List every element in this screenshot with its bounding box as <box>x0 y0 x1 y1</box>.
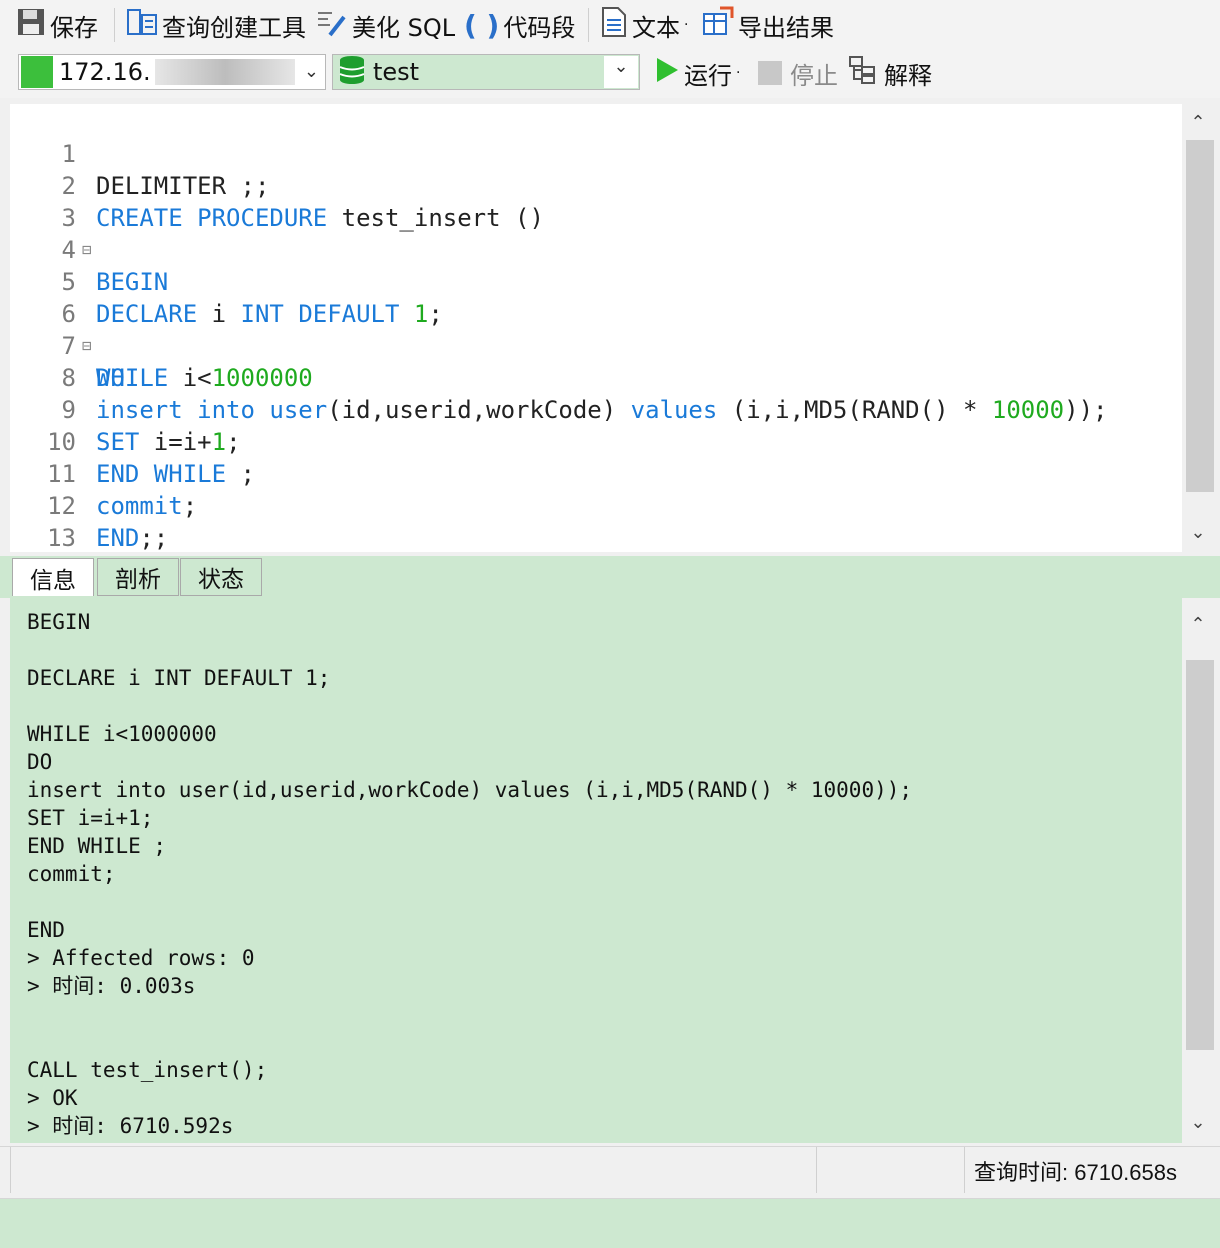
status-divider <box>964 1147 965 1193</box>
scroll-up-icon[interactable]: ⌃ <box>1182 112 1214 133</box>
query-builder-button[interactable]: 查询创建工具 <box>126 6 306 44</box>
text-button[interactable]: 文本 · <box>600 6 688 44</box>
play-icon <box>654 56 680 90</box>
status-bar: 查询时间: 6710.658s <box>0 1146 1220 1193</box>
text-dropdown-icon[interactable]: · <box>684 17 688 33</box>
output-line: insert into user(id,userid,workCode) val… <box>27 778 913 802</box>
editor-line: 12 END;; <box>10 458 1182 552</box>
editor-line: 11 commit; <box>10 426 1182 520</box>
chevron-down-icon[interactable]: ⌄ <box>304 61 319 82</box>
stop-icon <box>758 61 782 85</box>
editor-line: 8 insert into user(id,userid,workCode) v… <box>10 330 1182 424</box>
explain-label: 解释 <box>884 61 932 90</box>
save-label: 保存 <box>50 13 98 42</box>
output-line: DECLARE i INT DEFAULT 1; <box>27 666 331 690</box>
query-time: 查询时间: 6710.658s <box>974 1160 1177 1185</box>
run-dropdown-icon[interactable]: · <box>736 65 740 81</box>
output-line: > 时间: 6710.592s <box>27 1114 234 1138</box>
export-label: 导出结果 <box>738 13 834 42</box>
chevron-down-icon[interactable]: ⌄ <box>604 56 638 88</box>
editor-line: 14 CALL test_insert(); <box>10 522 1182 552</box>
beautify-sql-button[interactable]: 美化 SQL <box>316 6 455 44</box>
output-line: END <box>27 918 65 942</box>
editor-line: 5 DECLARE i INT DEFAULT 1; <box>10 234 1182 328</box>
output-line: commit; <box>27 862 116 886</box>
output-line: CALL test_insert(); <box>27 1058 268 1082</box>
editor-scroll-thumb[interactable] <box>1186 140 1214 492</box>
scroll-down-icon[interactable]: ⌄ <box>1182 1112 1214 1133</box>
run-label: 运行 <box>684 61 732 90</box>
editor-line: 6 ⊟ WHILE i<1000000 <box>10 266 1182 392</box>
editor-line: 2 CREATE PROCEDURE test_insert () <box>10 138 1182 232</box>
tab-profile[interactable]: 剖析 <box>97 558 179 596</box>
server-value: 172.16. <box>59 58 151 86</box>
scroll-up-icon[interactable]: ⌃ <box>1182 614 1214 635</box>
tab-info[interactable]: 信息 <box>12 558 94 596</box>
mysql-connection-icon <box>21 56 53 88</box>
output-line: BEGIN <box>27 610 91 634</box>
editor-line: 13 <box>10 490 1182 552</box>
connection-toolbar: 172.16. ⌄ test ⌄ 运行 · 停止 解释 <box>0 50 1220 98</box>
query-builder-icon <box>126 7 158 43</box>
run-button[interactable]: 运行 · <box>654 54 740 92</box>
output-line: WHILE i<1000000 <box>27 722 217 746</box>
result-tabs: 信息 剖析 状态 <box>0 556 1220 598</box>
output-line: > 时间: 0.003s <box>27 974 196 998</box>
message-output: BEGIN DECLARE i INT DEFAULT 1; WHILE i<1… <box>10 598 1182 1143</box>
editor-line: 7 DO <box>10 298 1182 392</box>
status-divider <box>816 1147 817 1193</box>
status-divider <box>10 1147 11 1193</box>
export-results-button[interactable]: 导出结果 <box>702 6 834 44</box>
beautify-label: 美化 SQL <box>352 13 456 42</box>
explain-button[interactable]: 解释 <box>848 54 932 92</box>
server-select[interactable]: 172.16. ⌄ <box>18 54 326 90</box>
database-select[interactable]: test ⌄ <box>332 54 640 90</box>
editor-line: 10 END WHILE ; <box>10 394 1182 488</box>
editor-line: 3 ⊟ BEGIN <box>10 170 1182 296</box>
output-line: DO <box>27 750 53 774</box>
tab-status[interactable]: 状态 <box>180 558 262 596</box>
code-snippet-icon: ( ) <box>464 8 500 42</box>
export-icon <box>702 6 734 44</box>
scroll-down-icon[interactable]: ⌄ <box>1182 522 1214 543</box>
code-snippet-button[interactable]: ( ) 代码段 <box>464 6 575 44</box>
main-toolbar: 保存 查询创建工具 美化 SQL ( ) 代码段 文本 · 导出结果 <box>0 0 1220 50</box>
text-label: 文本 <box>632 13 680 42</box>
server-redacted-block <box>154 59 295 85</box>
output-line: > OK <box>27 1086 78 1110</box>
beautify-icon <box>316 7 348 43</box>
output-line: > Affected rows: 0 <box>27 946 255 970</box>
save-icon <box>16 7 46 43</box>
output-line: END WHILE ; <box>27 834 167 858</box>
editor-line: 1 DELIMITER ;; <box>10 106 1182 200</box>
output-scroll-thumb[interactable] <box>1186 660 1214 1050</box>
output-scrollbar[interactable]: ⌃ ⌄ <box>1182 604 1214 1140</box>
database-value: test <box>373 58 420 86</box>
query-builder-label: 查询创建工具 <box>162 13 306 42</box>
toolbar-divider <box>114 8 115 42</box>
editor-line: 9 SET i=i+1; <box>10 362 1182 456</box>
code-snippet-label: 代码段 <box>503 13 576 42</box>
editor-scrollbar[interactable]: ⌃ ⌄ <box>1182 104 1214 552</box>
bottom-panel <box>0 1198 1220 1248</box>
editor-line: 4 <box>10 202 1182 264</box>
stop-button[interactable]: 停止 <box>758 54 838 92</box>
toolbar-divider <box>588 8 589 42</box>
sql-editor[interactable]: 1 DELIMITER ;; 2 CREATE PROCEDURE test_i… <box>10 104 1182 552</box>
output-line: SET i=i+1; <box>27 806 154 830</box>
text-document-icon <box>600 6 628 44</box>
save-button[interactable]: 保存 <box>16 6 98 44</box>
stop-label: 停止 <box>790 61 838 90</box>
database-icon <box>337 54 367 90</box>
explain-icon <box>848 55 880 91</box>
